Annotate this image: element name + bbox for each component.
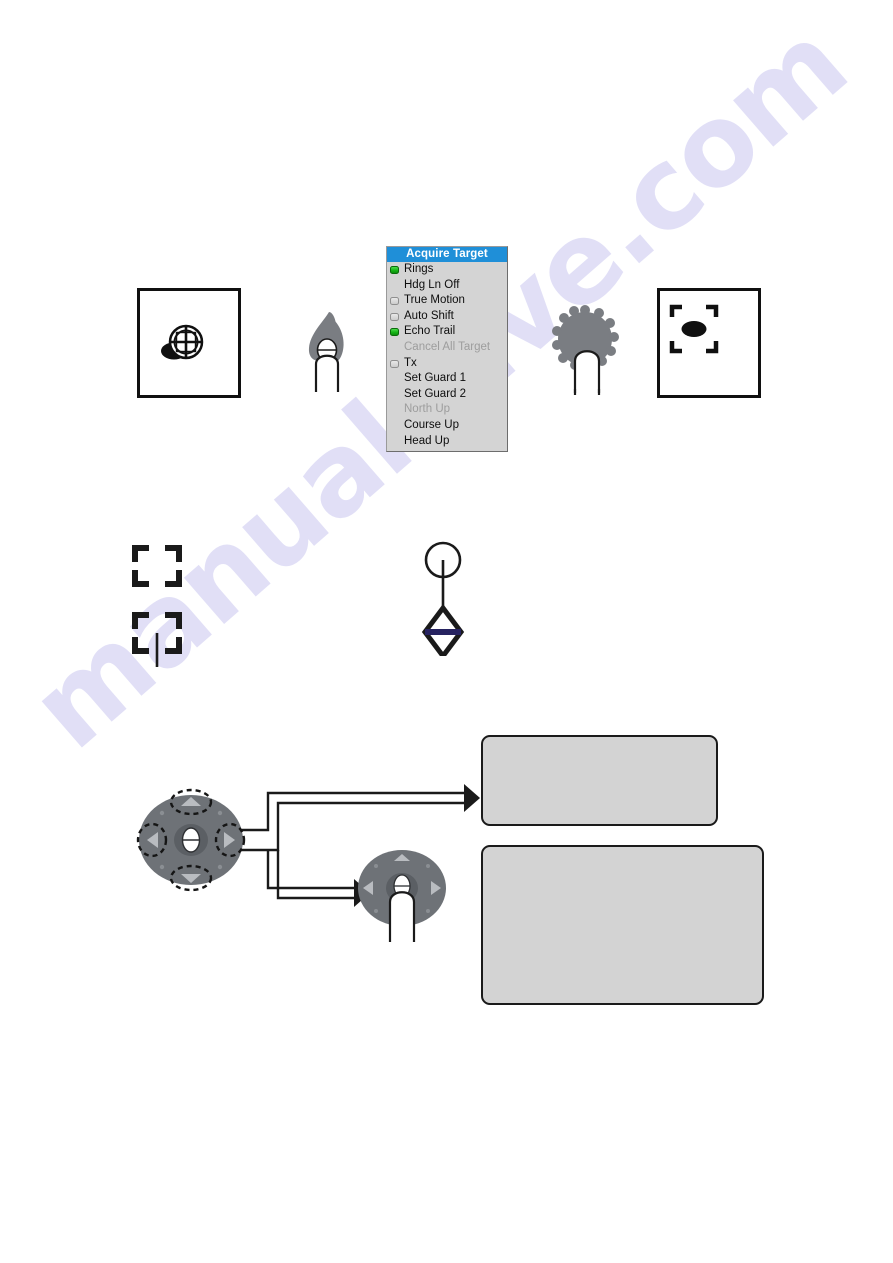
led-indicator-on — [390, 266, 399, 274]
page-root: manualslive.com — [0, 0, 893, 1263]
cursor-pad-center-press[interactable] — [352, 846, 456, 947]
menu-item-label: Head Up — [404, 434, 450, 447]
tracked-target-circle-with-vector-symbol — [415, 538, 475, 661]
menu-item-label: Tx — [404, 356, 417, 369]
cursor-pad-control[interactable] — [134, 785, 248, 900]
hand-press-button-icon — [296, 306, 368, 397]
menu-item-set-guard-2[interactable]: Set Guard 2 — [387, 387, 507, 403]
hand-on-rotary-knob-icon — [549, 303, 631, 400]
menu-item-label: Auto Shift — [404, 309, 454, 322]
menu-item-label: Rings — [404, 263, 434, 275]
cursor-on-echo-icon — [161, 324, 204, 360]
menu-item-rings[interactable]: Rings — [387, 262, 507, 278]
menu-item-tx[interactable]: Tx — [387, 356, 507, 372]
menu-item-cancel-all-target: Cancel All Target — [387, 340, 507, 356]
menu-item-label: Hdg Ln Off — [404, 278, 460, 291]
menu-item-label: North Up — [404, 403, 451, 416]
target-bracket-with-vector-symbol — [129, 607, 185, 672]
radar-display-cursor-on-echo — [137, 288, 241, 398]
menu-item-auto-shift[interactable]: Auto Shift — [387, 309, 507, 325]
menu-item-echo-trail[interactable]: Echo Trail — [387, 324, 507, 340]
menu-item-label: Acquire Target — [406, 248, 488, 260]
menu-item-hdg-ln-off[interactable]: Hdg Ln Off — [387, 278, 507, 294]
callout-box-bottom — [481, 845, 764, 1005]
menu-item-label: Cancel All Target — [404, 340, 491, 353]
callout-box-top — [481, 735, 718, 826]
menu-item-head-up[interactable]: Head Up — [387, 434, 507, 450]
menu-item-course-up[interactable]: Course Up — [387, 418, 507, 434]
target-bracket-symbol — [129, 540, 185, 595]
led-indicator-off — [390, 359, 399, 368]
led-indicator-off — [390, 297, 399, 306]
radar-display-acquired-target — [657, 288, 761, 398]
led-indicator-off — [390, 312, 399, 321]
menu-item-true-motion[interactable]: True Motion — [387, 293, 507, 309]
menu-item-label: True Motion — [404, 294, 465, 307]
menu-item-acquire-target[interactable]: Acquire Target — [387, 247, 507, 262]
menu-item-north-up: North Up — [387, 402, 507, 418]
menu-item-label: Set Guard 1 — [404, 372, 467, 385]
led-indicator-on — [390, 328, 399, 337]
menu-item-set-guard-1[interactable]: Set Guard 1 — [387, 371, 507, 387]
radar-popup-menu[interactable]: Acquire Target Rings Hdg Ln Off True Mot… — [386, 246, 508, 453]
acquired-target-icon — [669, 304, 719, 354]
menu-item-label: Set Guard 2 — [404, 387, 467, 400]
target-diamond-symbol — [421, 603, 465, 661]
menu-item-label: Course Up — [404, 418, 459, 431]
menu-item-label: Echo Trail — [404, 325, 456, 338]
